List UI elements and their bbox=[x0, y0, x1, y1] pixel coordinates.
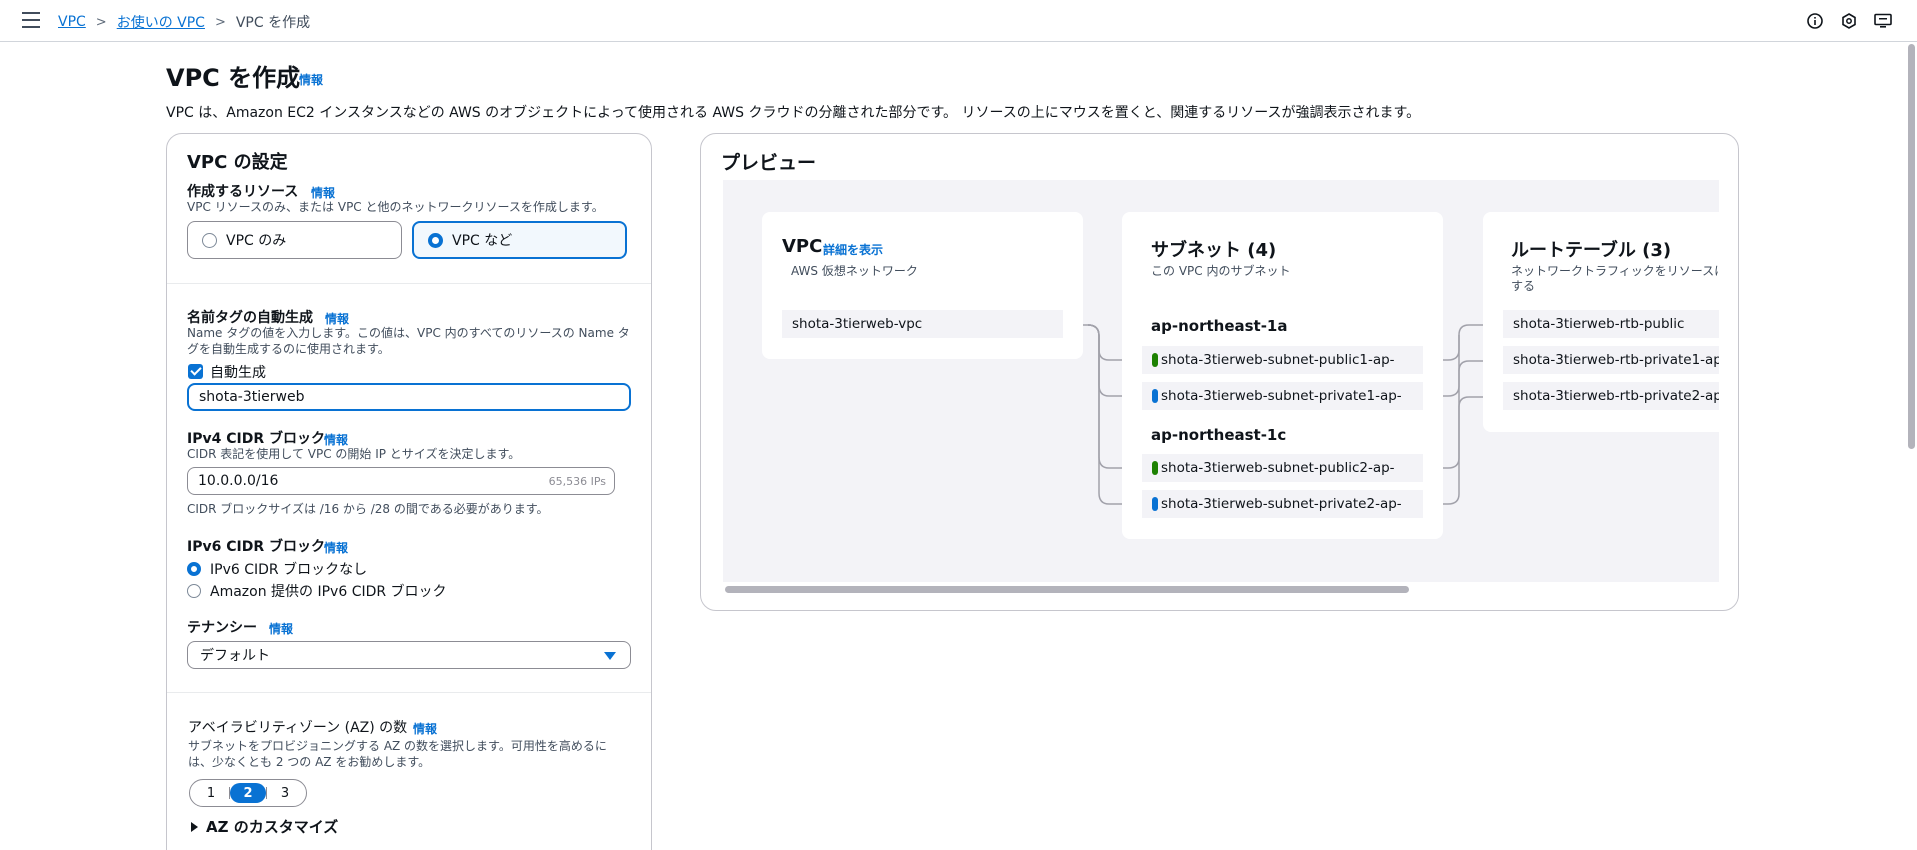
name-tag-input[interactable]: shota-3tierweb bbox=[187, 383, 631, 411]
az-option-2[interactable]: 2 bbox=[230, 783, 266, 803]
subnet-private2[interactable]: shota-3tierweb-subnet-private2-ap- bbox=[1142, 490, 1423, 518]
route-tables-card-title: ルートテーブル (3) bbox=[1511, 240, 1672, 261]
tenancy-value: デフォルト bbox=[200, 648, 270, 664]
vpc-settings-panel: VPC の設定 作成するリソース 情報 VPC リソースのみ、または VPC と… bbox=[166, 133, 652, 850]
subnet-public1-label: shota-3tierweb-subnet-public1-ap- bbox=[1161, 352, 1395, 368]
vpc-and-more-label: VPC など bbox=[452, 233, 513, 249]
chevron-right-icon: > bbox=[95, 14, 107, 30]
subnet-private1[interactable]: shota-3tierweb-subnet-private1-ap- bbox=[1142, 382, 1423, 410]
subnets-card-title: サブネット (4) bbox=[1151, 240, 1277, 261]
preview-diagram: VPC 詳細を表示 AWS 仮想ネットワーク shota-3tierweb-vp… bbox=[723, 180, 1719, 582]
public-subnet-icon bbox=[1152, 461, 1158, 475]
ipv6-none-label: IPv6 CIDR ブロックなし bbox=[210, 562, 368, 578]
subnet-public2-label: shota-3tierweb-subnet-public2-ap- bbox=[1161, 460, 1395, 476]
az-1c-label: ap-northeast-1c bbox=[1151, 426, 1287, 444]
rtb-private2[interactable]: shota-3tierweb-rtb-private2-ap- bbox=[1503, 382, 1719, 410]
auto-generate-checkbox[interactable] bbox=[188, 364, 203, 379]
vpc-and-more-option[interactable]: VPC など bbox=[412, 221, 627, 259]
horizontal-scrollbar[interactable] bbox=[723, 582, 1719, 596]
tenancy-info-link[interactable]: 情報 bbox=[269, 620, 293, 637]
display-settings-icon[interactable] bbox=[1873, 11, 1893, 31]
caret-down-icon bbox=[604, 652, 616, 660]
subnet-public2[interactable]: shota-3tierweb-subnet-public2-ap- bbox=[1142, 454, 1423, 482]
subnet-private2-label: shota-3tierweb-subnet-private2-ap- bbox=[1161, 496, 1402, 512]
ipv6-cidr-label: IPv6 CIDR ブロック bbox=[187, 539, 325, 555]
ipv4-cidr-value: 10.0.0.0/16 bbox=[198, 473, 279, 489]
radio-selected-icon bbox=[428, 232, 443, 248]
ipv6-none-option[interactable]: IPv6 CIDR ブロックなし bbox=[187, 559, 367, 579]
tenancy-label: テナンシー bbox=[187, 620, 257, 636]
radio-icon bbox=[202, 232, 217, 248]
subnets-card: サブネット (4) この VPC 内のサブネット ap-northeast-1a… bbox=[1122, 212, 1443, 539]
ip-count-suffix: 65,536 IPs bbox=[548, 474, 606, 488]
info-icon[interactable] bbox=[1805, 11, 1825, 31]
vpc-only-label: VPC のみ bbox=[226, 233, 287, 249]
route-tables-subtitle-line2: する bbox=[1511, 279, 1536, 293]
subnet-public1[interactable]: shota-3tierweb-subnet-public1-ap- bbox=[1142, 346, 1423, 374]
caret-right-icon bbox=[191, 821, 198, 832]
vpc-card-title: VPC bbox=[782, 236, 823, 257]
auto-generate-label: 自動生成 bbox=[210, 365, 266, 381]
az-1a-label: ap-northeast-1a bbox=[1151, 317, 1288, 335]
private-subnet-icon bbox=[1152, 389, 1158, 403]
vpc-details-link[interactable]: 詳細を表示 bbox=[823, 241, 883, 258]
menu-icon[interactable] bbox=[22, 12, 40, 28]
az-count-segmented-control: 1 2 3 bbox=[189, 779, 307, 807]
radio-selected-icon bbox=[187, 562, 201, 576]
preview-title: プレビュー bbox=[721, 152, 817, 174]
public-subnet-icon bbox=[1152, 353, 1158, 367]
section-divider bbox=[167, 283, 651, 284]
vertical-scrollbar-thumb[interactable] bbox=[1908, 44, 1915, 449]
az-count-label: アベイラビリティゾーン (AZ) の数 bbox=[188, 720, 408, 736]
horizontal-scrollbar-thumb[interactable] bbox=[725, 586, 1409, 593]
page-title: VPC を作成 bbox=[166, 64, 301, 92]
section-divider bbox=[167, 692, 651, 693]
rtb-private1[interactable]: shota-3tierweb-rtb-private1-ap- bbox=[1503, 346, 1719, 374]
breadcrumb-your-vpcs-link[interactable]: お使いの VPC bbox=[117, 12, 205, 32]
ipv4-cidr-hint: CIDR ブロックサイズは /16 から /28 の間である必要があります。 bbox=[187, 502, 549, 516]
vpc-settings-title: VPC の設定 bbox=[187, 152, 288, 173]
vpc-only-option[interactable]: VPC のみ bbox=[187, 221, 402, 259]
vpc-resource[interactable]: shota-3tierweb-vpc bbox=[782, 310, 1063, 338]
az-option-1[interactable]: 1 bbox=[193, 783, 229, 803]
name-tag-label: 名前タグの自動生成 bbox=[187, 310, 313, 326]
name-tag-description-line1: Name タグの値を入力します。この値は、VPC 内のすべてのリソースの Nam… bbox=[187, 326, 630, 340]
az-count-info-link[interactable]: 情報 bbox=[413, 720, 437, 737]
breadcrumb-current: VPC を作成 bbox=[235, 15, 311, 31]
resources-label: 作成するリソース bbox=[187, 184, 299, 200]
ipv4-cidr-input[interactable]: 10.0.0.0/16 65,536 IPs bbox=[187, 467, 615, 495]
ipv6-amazon-label: Amazon 提供の IPv6 CIDR ブロック bbox=[210, 584, 447, 600]
az-count-description-line1: サブネットをプロビジョニングする AZ の数を選択します。可用性を高めるに bbox=[188, 739, 607, 753]
ipv6-cidr-info-link[interactable]: 情報 bbox=[324, 539, 348, 556]
breadcrumb-vpc-link[interactable]: VPC bbox=[58, 14, 86, 30]
settings-hex-icon[interactable] bbox=[1839, 11, 1859, 31]
page-info-link[interactable]: 情報 bbox=[299, 71, 323, 88]
radio-icon bbox=[187, 584, 201, 598]
breadcrumb: VPC > お使いの VPC > VPC を作成 bbox=[58, 12, 310, 32]
top-navigation-bar: VPC > お使いの VPC > VPC を作成 bbox=[0, 0, 1917, 42]
chevron-right-icon: > bbox=[214, 14, 226, 30]
tenancy-select[interactable]: デフォルト bbox=[187, 641, 631, 669]
route-tables-subtitle-line1: ネットワークトラフィックをリソースに bbox=[1511, 264, 1719, 278]
subnets-card-subtitle: この VPC 内のサブネット bbox=[1151, 264, 1291, 278]
customize-az-expander[interactable]: AZ のカスタマイズ bbox=[191, 816, 338, 837]
route-tables-card: ルートテーブル (3) ネットワークトラフィックをリソースに する shota-… bbox=[1483, 212, 1719, 432]
customize-az-label: AZ のカスタマイズ bbox=[206, 818, 339, 836]
page-description: VPC は、Amazon EC2 インスタンスなどの AWS のオブジェクトによ… bbox=[166, 105, 1421, 121]
resources-description: VPC リソースのみ、または VPC と他のネットワークリソースを作成します。 bbox=[187, 200, 604, 214]
vpc-card: VPC 詳細を表示 AWS 仮想ネットワーク shota-3tierweb-vp… bbox=[762, 212, 1083, 359]
vpc-card-subtitle: AWS 仮想ネットワーク bbox=[791, 264, 918, 278]
az-count-description-line2: は、少なくとも 2 つの AZ をお勧めします。 bbox=[188, 755, 431, 769]
name-tag-description-line2: グを自動生成するのに使用されます。 bbox=[187, 342, 390, 356]
az-option-3[interactable]: 3 bbox=[267, 783, 303, 803]
ipv6-amazon-option[interactable]: Amazon 提供の IPv6 CIDR ブロック bbox=[187, 581, 447, 601]
rtb-public[interactable]: shota-3tierweb-rtb-public bbox=[1503, 310, 1719, 338]
preview-panel: プレビュー VPC 詳細を表示 AWS 仮想ネットワーク shota-3tier… bbox=[700, 133, 1739, 611]
subnet-private1-label: shota-3tierweb-subnet-private1-ap- bbox=[1161, 388, 1402, 404]
private-subnet-icon bbox=[1152, 497, 1158, 511]
ipv4-cidr-description: CIDR 表記を使用して VPC の開始 IP とサイズを決定します。 bbox=[187, 447, 521, 461]
ipv4-cidr-label: IPv4 CIDR ブロック bbox=[187, 431, 325, 447]
